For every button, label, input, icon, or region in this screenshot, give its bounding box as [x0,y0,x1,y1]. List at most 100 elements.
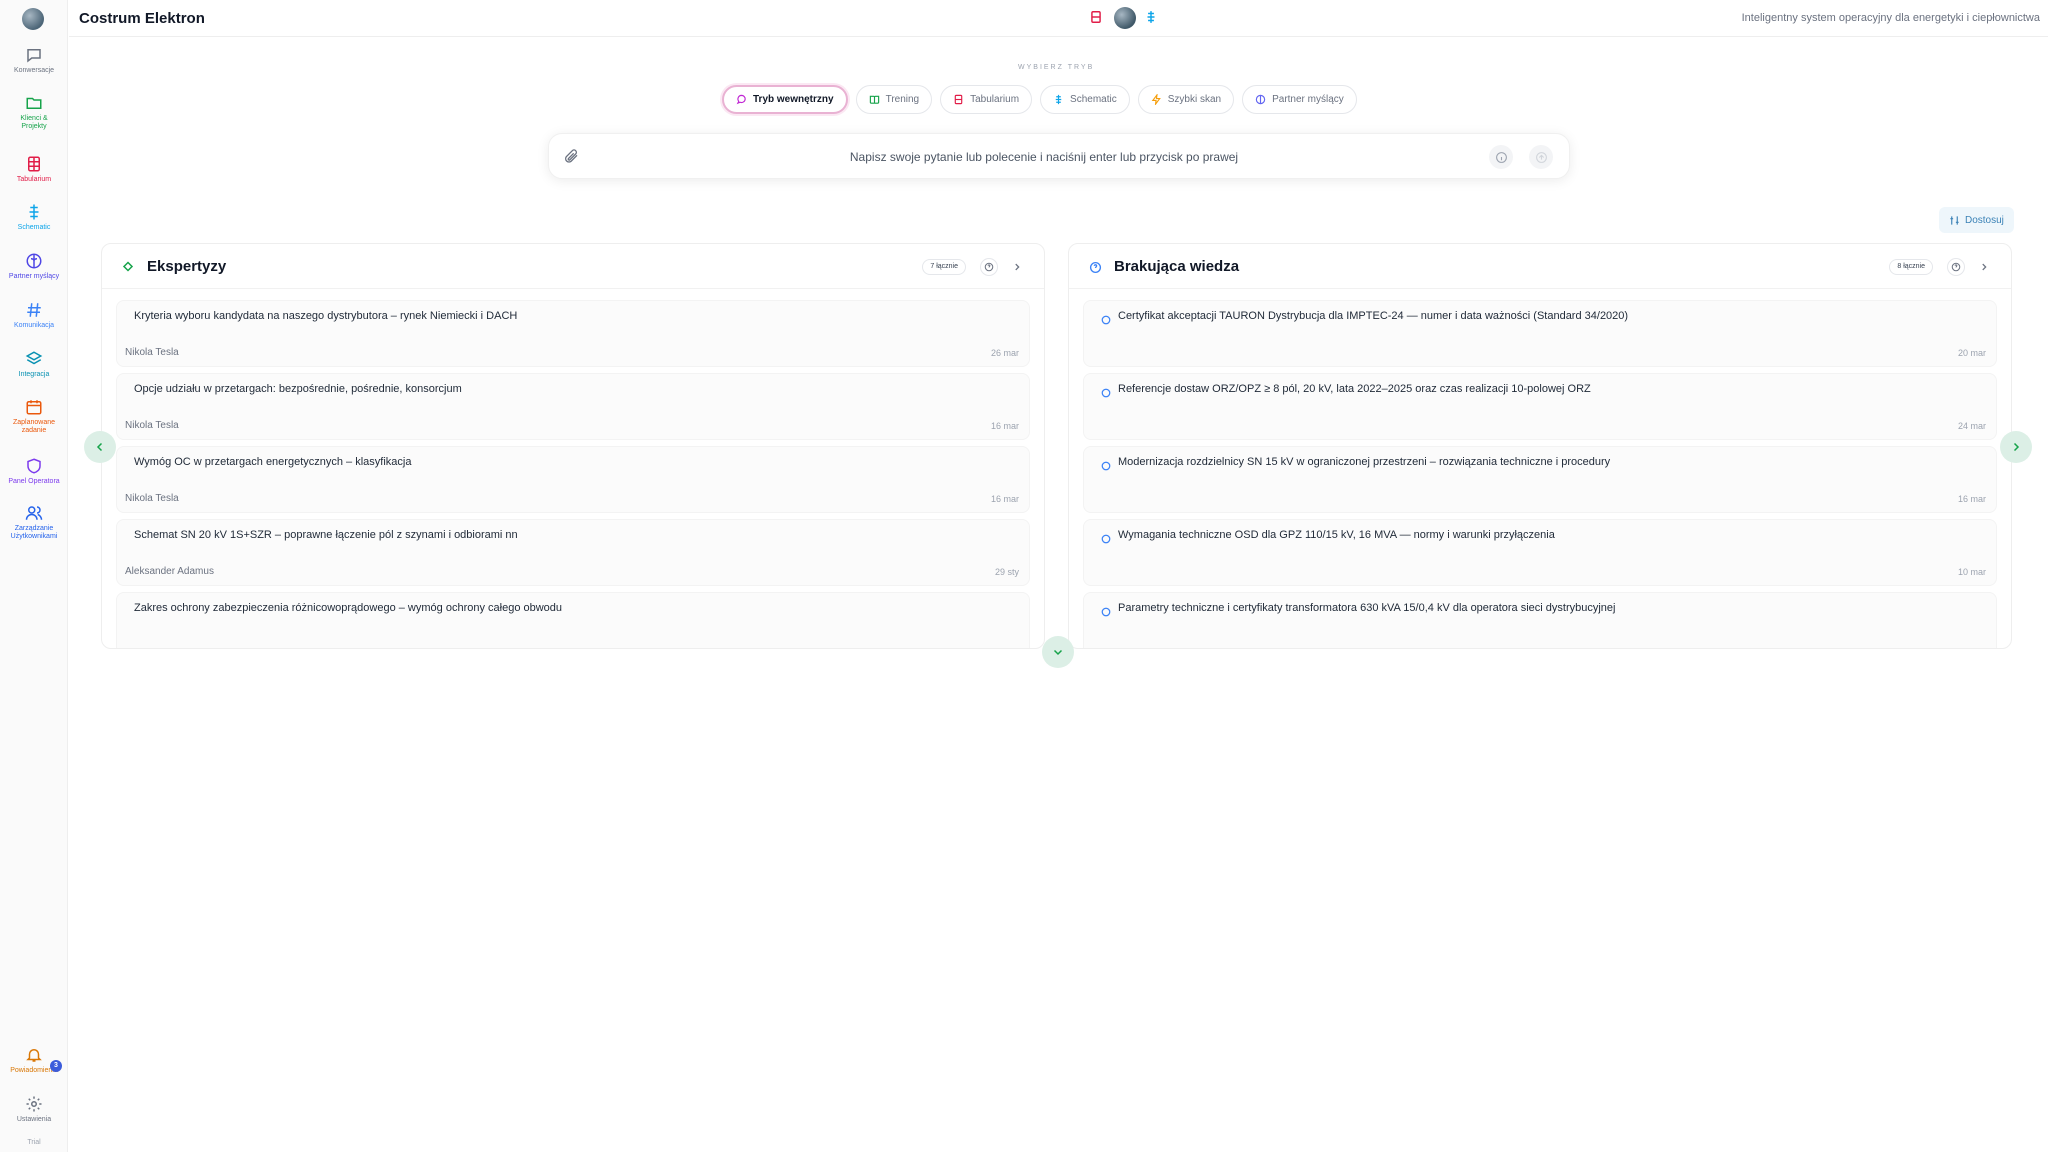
info-icon [1495,151,1507,163]
mode-label: Szybki skan [1167,94,1222,105]
expertise-icon [122,261,134,272]
calendar-icon [26,400,42,415]
panel-ekspertyzy: Ekspertyzy 7 łącznie Kryteria wyboru kan… [101,243,1045,649]
adjust-button[interactable]: Dostosuj [1939,207,2014,233]
chevron-right-icon [1982,263,1987,271]
sidebar-item-label: Zaplanowane zadanie [12,419,56,434]
sidebar-item-label: Klienci & Projekty [20,115,48,130]
list-item[interactable]: Certyfikat akceptacji TAURON Dystrybucja… [1083,300,1997,367]
hash-icon [27,303,41,317]
mode-tryb-wewnetrzny[interactable]: Tryb wewnętrzny [722,85,848,114]
list-item[interactable]: Opcje udziału w przetargach: bezpośredni… [116,373,1030,440]
schematic-icon [1055,94,1062,105]
question-icon [1089,261,1102,274]
chevron-right-icon [2013,442,2020,452]
list-item[interactable]: Schemat SN 20 kV 1S+SZR – poprawne łącze… [116,519,1030,586]
question-icon [1101,315,1111,325]
panel-count-badge: 8 łącznie [1889,259,1933,275]
list-item[interactable]: Modernizacja rozdzielnicy SN 15 kV w ogr… [1083,446,1997,513]
panel-open-button[interactable] [1008,258,1026,276]
info-button[interactable] [1489,145,1513,169]
sidebar-item-panel-operatora[interactable]: Panel Operatora [0,457,68,486]
table-icon[interactable] [1089,10,1103,24]
item-title: Kryteria wyboru kandydata na naszego dys… [134,310,518,322]
carousel-next-button[interactable] [2000,431,2032,463]
sidebar-item-powiadomienia[interactable]: Powiadomienia 3 [0,1046,68,1075]
table-icon [954,94,963,105]
mode-label: Tryb wewnętrzny [753,94,834,105]
chat-bubble-icon [736,94,746,105]
brain-icon [1255,94,1266,105]
item-date: 16 mar [1957,494,1986,504]
app-subtitle: Inteligentny system operacyjny dla energ… [1741,12,2040,24]
schematic-icon [29,204,39,220]
item-author: Nikola Tesla [125,420,179,431]
chevron-left-icon [96,442,103,452]
sidebar-item-konwersacje[interactable]: Konwersacje [0,46,68,75]
brain-icon [26,253,42,269]
sidebar-item-ustawienia[interactable]: Ustawienia [0,1095,68,1124]
sidebar-item-schematic[interactable]: Schematic [0,203,68,232]
help-button[interactable] [1947,258,1965,276]
mode-partner-myslacy[interactable]: Partner myślący [1242,85,1357,114]
top-quick-actions [1084,7,1164,29]
help-button[interactable] [980,258,998,276]
app-title: Costrum Elektron [79,10,205,27]
sidebar-item-tabularium[interactable]: Tabularium [0,155,68,184]
panel-open-button[interactable] [1975,258,1993,276]
panel-header: Ekspertyzy 7 łącznie [102,244,1044,289]
prompt-box [548,133,1570,179]
question-icon [1101,534,1111,544]
send-button[interactable] [1529,145,1553,169]
panel-brakujaca-wiedza: Brakująca wiedza 8 łącznie Certyfikat ak… [1068,243,2012,649]
sidebar-item-komunikacja[interactable]: Komunikacja [0,301,68,330]
question-icon [1101,388,1111,398]
panel-title: Ekspertyzy [147,258,227,275]
mode-trening[interactable]: Trening [855,85,933,114]
sidebar-item-label: Panel Operatora [8,478,60,485]
list-item[interactable]: Zakres ochrony zabezpieczenia różnicowop… [116,592,1030,648]
sidebar-item-label: Tabularium [16,176,52,183]
top-bar: Costrum Elektron Inteligentny system ope… [69,0,2048,37]
item-title: Schemat SN 20 kV 1S+SZR – poprawne łącze… [134,529,518,541]
table-icon [28,156,40,172]
sidebar-item-uzytkownicy[interactable]: Zarządzanie Użytkownikami [0,504,68,541]
panel-header: Brakująca wiedza 8 łącznie [1069,244,2011,289]
paperclip-icon[interactable] [563,148,579,164]
app-logo[interactable] [22,8,44,30]
avatar[interactable] [1114,7,1136,29]
sidebar: Konwersacje Klienci & Projekty Tabulariu… [0,0,68,1152]
schematic-icon[interactable] [1144,10,1158,24]
notification-badge: 3 [50,1060,62,1072]
sidebar-item-partner[interactable]: Partner myślący [0,252,68,281]
item-title: Opcje udziału w przetargach: bezpośredni… [134,383,462,395]
mode-label: Trening [885,94,920,105]
mode-label: Partner myślący [1272,94,1344,105]
mode-schematic[interactable]: Schematic [1040,85,1130,114]
sidebar-item-integracja[interactable]: Integracja [0,350,68,379]
list-item[interactable]: Referencje dostaw ORZ/OPZ ≥ 8 pól, 20 kV… [1083,373,1997,440]
list-item[interactable]: Wymóg OC w przetargach energetycznych – … [116,446,1030,513]
prompt-input[interactable] [594,142,1494,172]
item-title: Wymóg OC w przetargach energetycznych – … [134,456,412,468]
mode-label: Tabularium [970,94,1020,105]
item-author: Aleksander Adamus [125,566,214,577]
chevron-down-icon [1053,649,1063,656]
list-item[interactable]: Parametry techniczne i certyfikaty trans… [1083,592,1997,648]
sidebar-item-zaplanowane[interactable]: Zaplanowane zadanie [0,398,68,435]
mode-label: Schematic [1070,94,1117,105]
shield-icon [27,458,41,474]
layers-icon [25,351,43,365]
carousel-prev-button[interactable] [84,431,116,463]
list-item[interactable]: Wymagania techniczne OSD dla GPZ 110/15 … [1083,519,1997,586]
mode-szybki-skan[interactable]: Szybki skan [1137,85,1235,114]
sidebar-item-label: Komunikacja [13,322,55,329]
sidebar-item-klienci-projekty[interactable]: Klienci & Projekty [0,94,68,131]
scroll-down-button[interactable] [1042,636,1074,668]
list-item[interactable]: Kryteria wyboru kandydata na naszego dys… [116,300,1030,367]
sidebar-item-label: Konwersacje [13,67,55,74]
users-icon [25,506,43,520]
item-date: 10 mar [1957,567,1986,577]
mode-tabularium[interactable]: Tabularium [940,85,1033,114]
help-icon [1951,262,1961,272]
